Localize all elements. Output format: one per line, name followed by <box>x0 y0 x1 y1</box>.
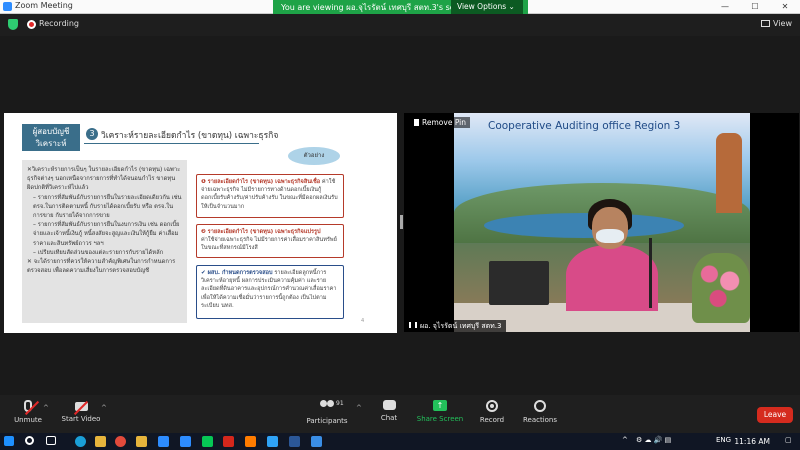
unmute-label: Unmute <box>14 416 42 424</box>
section-box: ผู้สอบบัญชี วิเคราะห์ <box>22 124 80 151</box>
time: 11:16 AM <box>734 437 770 446</box>
background-reservoir <box>484 213 684 238</box>
box-label: ✔ ผสบ. กำหนดการตรวจสอบ <box>201 270 273 276</box>
analysis-item: ✕วิเคราะห์รายการเป็นๆ ในรายละเอียดกำไร (… <box>27 167 181 192</box>
audio-options-caret[interactable]: ^ <box>43 404 49 412</box>
line-icon[interactable] <box>202 436 213 447</box>
participants-icon <box>320 400 334 413</box>
heading-underline <box>84 143 259 144</box>
system-tray-icons[interactable]: ⚙ ☁ 🔊 ▤ <box>636 436 671 444</box>
video-background-title: Cooperative Auditing office Region 3 <box>488 120 681 132</box>
analysis-item: – เปรียบเทียบสัดส่วนของแต่ละรายการกับราย… <box>33 249 164 256</box>
acrobat-icon[interactable] <box>223 436 234 447</box>
file-explorer-icon[interactable] <box>95 436 106 447</box>
analysis-panel: ✕วิเคราะห์รายการเป็นๆ ในรายละเอียดกำไร (… <box>22 160 187 323</box>
smiley-icon <box>534 400 546 412</box>
shared-screen: ผู้สอบบัญชี วิเคราะห์ 3 วิเคราะห์รายละเอ… <box>4 113 397 333</box>
video-background: Cooperative Auditing office Region 3 <box>454 113 750 332</box>
box-text: ค่าใช้จ่ายเฉพาะธุรกิจ ไม่มีรายการค่าเสื่… <box>201 237 337 252</box>
slide-number: 4 <box>361 318 365 324</box>
meeting-toolbar: Unmute ^ Start Video ^ Participants 91 ^… <box>0 395 800 433</box>
chrome-icon[interactable] <box>115 436 126 447</box>
desk-microphone <box>649 238 652 308</box>
view-button[interactable]: View <box>761 19 792 28</box>
laptop <box>489 261 549 305</box>
example-box-processing: ❷ รายละเอียดกำไร (ขาดทุน) เฉพาะธุรกิจแปร… <box>196 224 344 258</box>
split-view-handle[interactable] <box>400 215 403 229</box>
task-view-icon[interactable] <box>46 436 56 445</box>
video-options-caret[interactable]: ^ <box>101 404 107 412</box>
analysis-item: ✕ จะได้รายการที่ควรให้ความสำคัญพิเศษในกา… <box>27 259 176 275</box>
zoom-logo-icon <box>3 2 12 11</box>
windows-taskbar: ^ ⚙ ☁ 🔊 ▤ ENG 11:16 AM ▢ <box>0 433 800 450</box>
participants-button[interactable]: Participants <box>297 400 357 425</box>
tray-chevron-icon[interactable]: ^ <box>622 436 628 444</box>
box-label: ❶ รายละเอียดกำไร (ขาดทุน) เฉพาะธุรกิจสิน… <box>201 179 321 185</box>
signal-icon <box>409 322 417 328</box>
close-button[interactable]: ✕ <box>770 0 800 14</box>
box-label: ❷ รายละเอียดกำไร (ขาดทุน) เฉพาะธุรกิจแปร… <box>201 229 321 235</box>
share-screen-label: Share Screen <box>416 415 464 423</box>
photoshop-icon[interactable] <box>267 436 278 447</box>
viewing-banner: You are viewing ผอ.จุไรรัตน์ เทศบุรี สตท… <box>273 0 528 14</box>
minimize-button[interactable]: — <box>710 0 740 14</box>
start-video-label: Start Video <box>61 415 101 423</box>
remove-pin-label: Remove Pin <box>422 118 467 127</box>
face-mask <box>596 229 624 243</box>
word-icon[interactable] <box>289 436 300 447</box>
participants-count: 91 <box>336 400 344 407</box>
chat-label: Chat <box>380 414 398 422</box>
video-off-icon <box>74 402 88 411</box>
record-label: Record <box>479 416 505 424</box>
view-label: View <box>773 19 792 28</box>
chat-icon <box>382 400 396 410</box>
viewing-banner-text: You are viewing ผอ.จุไรรัตน์ เทศบุรี สตท… <box>281 2 451 12</box>
search-icon[interactable] <box>25 436 34 445</box>
maximize-button[interactable]: ☐ <box>740 0 770 14</box>
language-indicator[interactable]: ENG <box>716 436 731 444</box>
share-screen-button[interactable]: ↑ Share Screen <box>410 400 470 423</box>
security-shield-icon[interactable] <box>8 19 18 30</box>
analysis-item: – รายการที่สัมพันธ์กับรายการยืนในรายละเอ… <box>33 194 182 220</box>
participant-name-label: ผอ. จุไรรัตน์ เทศบุรี สตท.3 <box>404 320 507 332</box>
participants-label: Participants <box>306 417 348 425</box>
meeting-topbar: Recording View <box>0 14 800 36</box>
folder-icon[interactable] <box>136 436 147 447</box>
edge-icon[interactable] <box>75 436 86 447</box>
leave-button[interactable]: Leave <box>757 407 793 423</box>
share-screen-icon: ↑ <box>433 400 447 411</box>
recording-label: Recording <box>39 19 80 28</box>
speaker-body <box>566 245 658 311</box>
recording-indicator-icon <box>27 20 36 29</box>
reactions-label: Reactions <box>522 416 558 424</box>
illustrator-icon[interactable] <box>245 436 256 447</box>
window-title: Zoom Meeting <box>15 1 73 10</box>
analysis-item: – รายการที่สัมพันธ์กับรายการยืนในงบการเง… <box>33 222 180 247</box>
windows-start-icon[interactable] <box>4 436 14 446</box>
participant-name: ผอ. จุไรรัตน์ เทศบุรี สตท.3 <box>420 322 502 330</box>
audit-plan-box: ✔ ผสบ. กำหนดการตรวจสอบ รายละเอียดลูกหนี้… <box>196 265 344 319</box>
zoom-taskbar-icon-2[interactable] <box>180 436 191 447</box>
notifications-icon[interactable]: ▢ <box>785 436 792 444</box>
example-box-credit: ❶ รายละเอียดกำไร (ขาดทุน) เฉพาะธุรกิจสิน… <box>196 174 344 218</box>
speaker-video: Cooperative Auditing office Region 3 Rem… <box>404 113 799 332</box>
flower-arrangement <box>692 253 750 323</box>
slide-heading: วิเคราะห์รายละเอียดกำไร (ขาดทุน) เฉพาะธุ… <box>101 131 279 141</box>
view-options-button[interactable]: View Options ⌄ <box>451 0 523 14</box>
background-temple <box>716 133 742 213</box>
grid-view-icon <box>761 20 771 27</box>
step-number: 3 <box>86 128 98 140</box>
pin-icon <box>414 119 419 126</box>
reactions-button[interactable]: Reactions <box>510 400 570 424</box>
window-controls: — ☐ ✕ <box>710 0 800 14</box>
clock[interactable]: 11:16 AM <box>734 437 770 446</box>
example-bubble: ตัวอย่าง <box>288 147 340 165</box>
muted-microphone-icon <box>24 400 32 412</box>
remove-pin-button[interactable]: Remove Pin <box>410 117 471 128</box>
zoom-taskbar-icon[interactable] <box>158 436 169 447</box>
zoom-meeting-taskbar-icon[interactable] <box>311 436 322 447</box>
unmute-button[interactable]: Unmute <box>0 400 58 424</box>
record-icon <box>486 400 498 412</box>
